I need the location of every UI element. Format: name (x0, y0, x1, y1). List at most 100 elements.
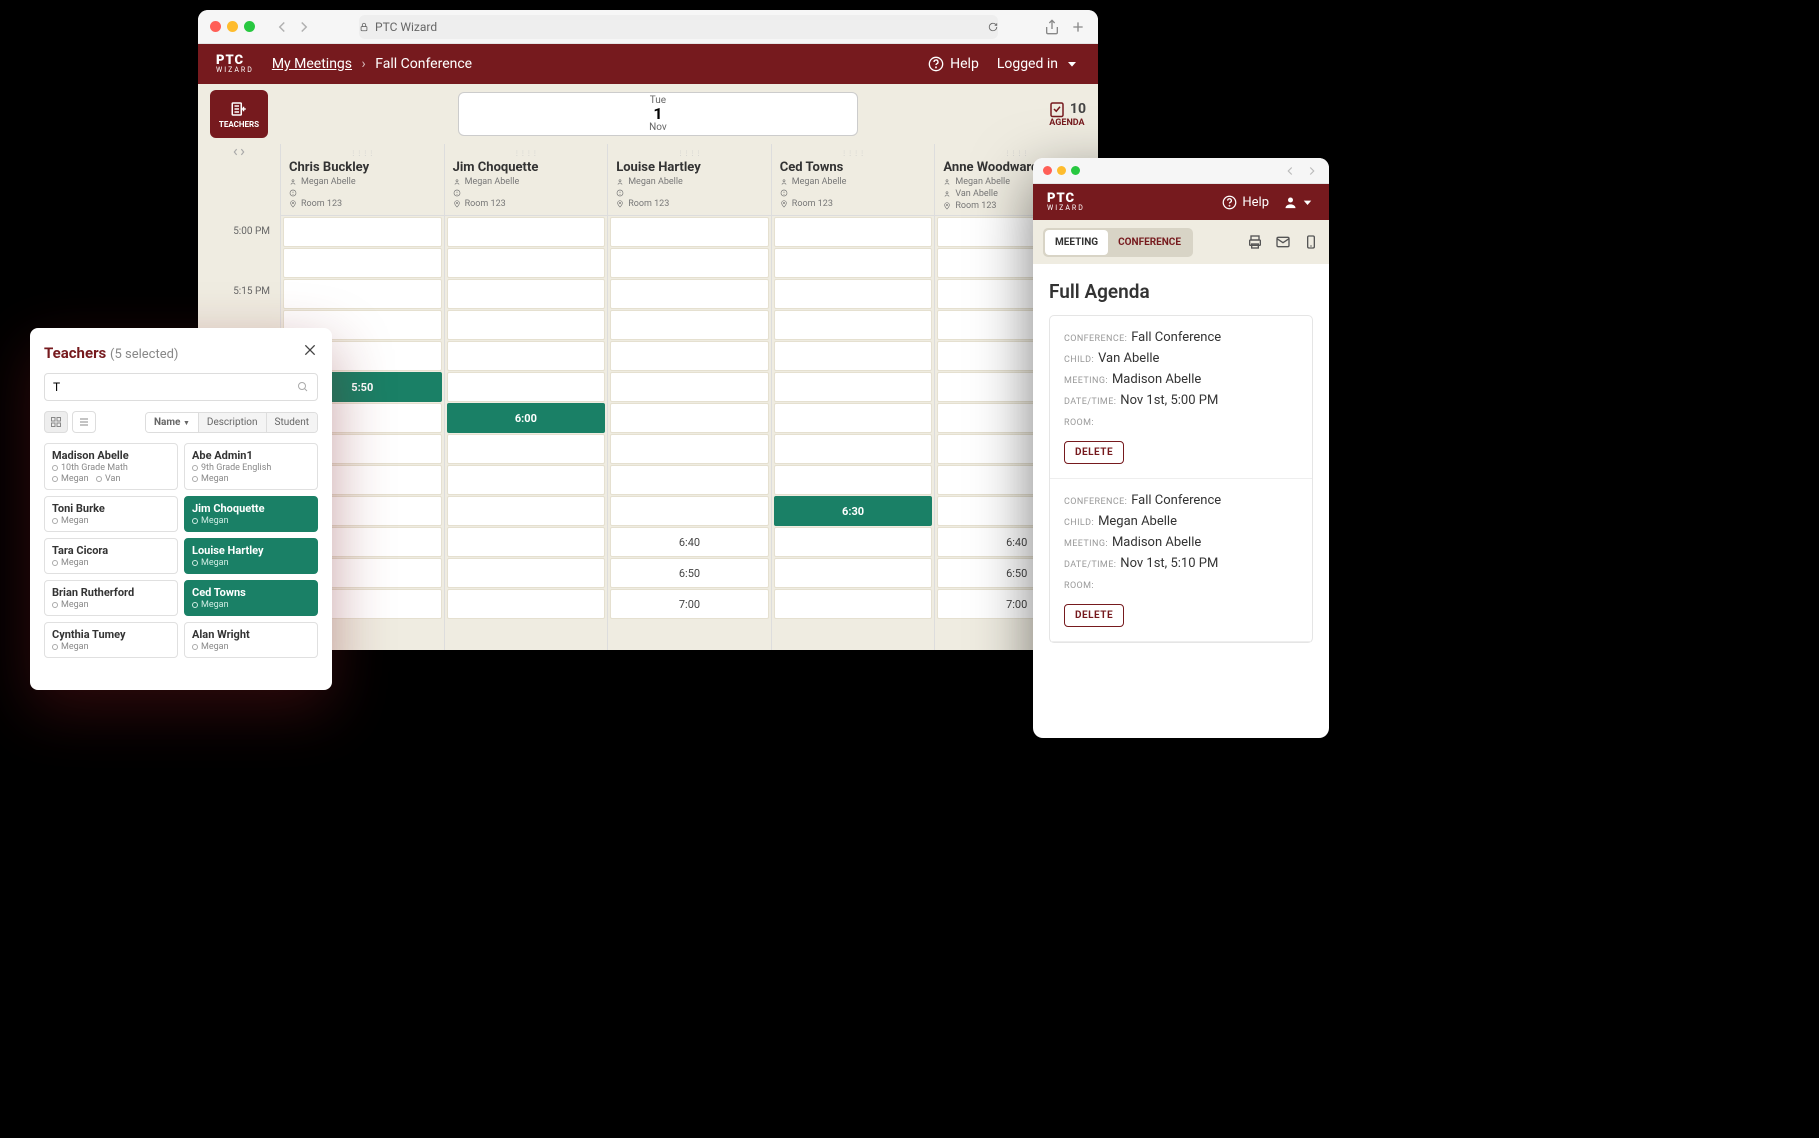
time-slot[interactable] (447, 310, 606, 340)
teacher-card[interactable]: Alan WrightMegan (184, 622, 318, 658)
time-slot[interactable]: 6:50 (610, 558, 769, 588)
time-slot[interactable]: 7:00 (610, 589, 769, 619)
time-slot[interactable] (447, 465, 606, 495)
time-slot[interactable] (610, 434, 769, 464)
time-slot[interactable] (774, 341, 933, 371)
time-slot[interactable] (283, 279, 442, 309)
back-icon[interactable] (1283, 164, 1297, 178)
close-button[interactable] (302, 342, 318, 363)
time-slot[interactable] (610, 372, 769, 402)
agenda-button[interactable]: 10 AGENDA (1048, 100, 1086, 128)
time-slot[interactable] (447, 341, 606, 371)
time-slot[interactable] (774, 434, 933, 464)
window-maximize-icon[interactable] (244, 21, 255, 32)
teacher-card[interactable]: Tara CicoraMegan (44, 538, 178, 574)
teacher-card[interactable]: Louise HartleyMegan (184, 538, 318, 574)
sort-student[interactable]: Student (266, 413, 317, 432)
time-slot[interactable] (774, 558, 933, 588)
grid-view-button[interactable] (44, 411, 68, 433)
agenda-list: CONFERENCE:Fall Conference CHILD:Van Abe… (1049, 315, 1313, 643)
search-input[interactable] (44, 373, 318, 401)
time-slot[interactable] (774, 589, 933, 619)
time-slot[interactable] (774, 465, 933, 495)
window-close-icon[interactable] (210, 21, 221, 32)
sort-name[interactable]: Name ▼ (146, 413, 198, 432)
email-icon[interactable] (1275, 234, 1291, 250)
user-menu[interactable] (1283, 195, 1315, 210)
time-slot[interactable] (774, 217, 933, 247)
time-slot[interactable] (610, 217, 769, 247)
time-slot[interactable]: 6:00 (447, 403, 606, 433)
time-slot[interactable] (447, 434, 606, 464)
time-slot[interactable] (447, 279, 606, 309)
list-view-button[interactable] (72, 411, 96, 433)
window-maximize-icon[interactable] (1071, 166, 1080, 175)
tab-meeting[interactable]: MEETING (1045, 230, 1108, 255)
help-button[interactable]: Help (928, 56, 979, 72)
time-slot[interactable] (447, 372, 606, 402)
tab-conference[interactable]: CONFERENCE (1108, 230, 1191, 255)
date-selector[interactable]: Tue 1 Nov (458, 92, 858, 136)
window-minimize-icon[interactable] (1057, 166, 1066, 175)
help-button[interactable]: Help (1222, 195, 1269, 210)
time-slot[interactable] (610, 465, 769, 495)
time-slot[interactable] (447, 217, 606, 247)
delete-button[interactable]: DELETE (1064, 441, 1124, 464)
time-slot[interactable] (447, 558, 606, 588)
time-slot[interactable] (447, 589, 606, 619)
time-slot[interactable] (610, 248, 769, 278)
time-slot[interactable] (610, 496, 769, 526)
time-slot[interactable] (283, 248, 442, 278)
forward-icon[interactable] (295, 18, 313, 36)
time-slot[interactable]: 6:30 (774, 496, 933, 526)
time-slot[interactable] (610, 403, 769, 433)
time-slot[interactable] (447, 248, 606, 278)
time-slot[interactable] (283, 217, 442, 247)
share-icon[interactable] (1044, 19, 1060, 35)
logged-in-menu[interactable]: Logged in (997, 56, 1080, 72)
time-slot[interactable] (610, 310, 769, 340)
logo[interactable]: PTCWIZARD (216, 55, 254, 73)
device-icon[interactable] (1303, 234, 1319, 250)
breadcrumb-my-meetings[interactable]: My Meetings (272, 56, 352, 72)
time-slot[interactable] (610, 341, 769, 371)
print-icon[interactable] (1247, 234, 1263, 250)
time-slot[interactable] (774, 310, 933, 340)
time-slot[interactable] (774, 248, 933, 278)
time-slot[interactable] (774, 527, 933, 557)
time-slot[interactable] (774, 279, 933, 309)
logo[interactable]: PTCWIZARD (1047, 193, 1085, 211)
teacher-card[interactable]: Toni BurkeMegan (44, 496, 178, 532)
reload-icon[interactable] (988, 22, 998, 32)
delete-button[interactable]: DELETE (1064, 604, 1124, 627)
drag-handle-icon[interactable]: ⋮⋮⋮⋮ (780, 150, 927, 158)
sort-description[interactable]: Description (198, 413, 266, 432)
time-slot[interactable]: 6:40 (610, 527, 769, 557)
teacher-card[interactable]: Abe Admin19th Grade EnglishMegan (184, 443, 318, 490)
address-bar[interactable]: PTC Wizard (359, 15, 998, 39)
main-browser-window: PTC Wizard PTCWIZARD My Meetings › Fall … (198, 10, 1098, 650)
forward-icon[interactable] (1305, 164, 1319, 178)
teacher-card[interactable]: Cynthia TumeyMegan (44, 622, 178, 658)
drag-handle-icon[interactable]: ⋮⋮⋮⋮ (943, 150, 1090, 158)
drag-handle-icon[interactable]: ⋮⋮⋮⋮ (616, 150, 763, 158)
resize-handle-icon[interactable] (198, 144, 280, 160)
drag-handle-icon[interactable]: ⋮⋮⋮⋮ (453, 150, 600, 158)
search-field[interactable] (53, 380, 297, 394)
teachers-button[interactable]: TEACHERS (210, 90, 268, 138)
drag-handle-icon[interactable]: ⋮⋮⋮⋮ (289, 150, 436, 158)
window-close-icon[interactable] (1043, 166, 1052, 175)
time-slot[interactable] (610, 279, 769, 309)
time-slot[interactable] (447, 527, 606, 557)
teacher-card[interactable]: Brian RutherfordMegan (44, 580, 178, 616)
time-slot[interactable] (774, 372, 933, 402)
teacher-card[interactable]: Ced TownsMegan (184, 580, 318, 616)
window-minimize-icon[interactable] (227, 21, 238, 32)
time-slot[interactable] (774, 403, 933, 433)
teacher-card[interactable]: Jim ChoquetteMegan (184, 496, 318, 532)
new-tab-icon[interactable] (1070, 19, 1086, 35)
teacher-card[interactable]: Madison Abelle10th Grade MathMegan Van (44, 443, 178, 490)
chevron-down-icon (1300, 195, 1315, 210)
time-slot[interactable] (447, 496, 606, 526)
back-icon[interactable] (273, 18, 291, 36)
